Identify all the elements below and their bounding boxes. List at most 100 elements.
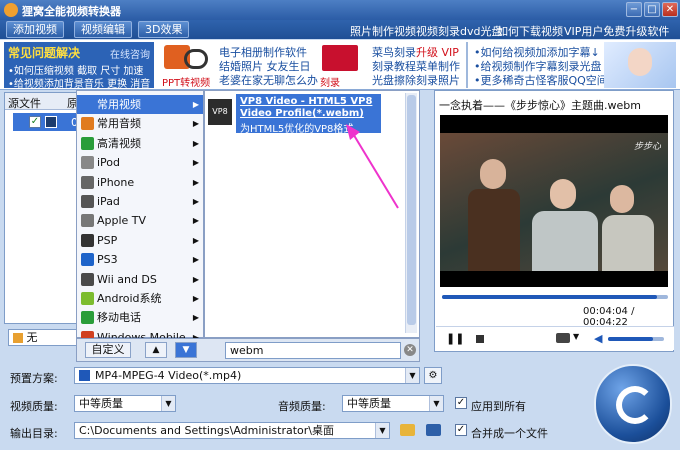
faq-title[interactable]: 常见问题解决 [8, 44, 80, 61]
close-button[interactable]: ✕ [662, 2, 678, 17]
row-checkbox[interactable]: ✓ [29, 116, 41, 128]
merge-checkbox[interactable]: ✓ [455, 424, 467, 436]
convert-arrow-icon [616, 386, 654, 424]
subtitle-icon [13, 333, 23, 343]
player-controls: ❚❚ ▼ ◀ [436, 326, 674, 350]
stop-icon[interactable] [476, 335, 484, 343]
clear-search-icon[interactable]: ✕ [404, 344, 416, 356]
category-icon [81, 311, 94, 325]
open-folder-icon[interactable] [426, 424, 441, 436]
file-list: 源文件 原 ✓ 0 [4, 92, 79, 324]
character-portrait-icon [628, 48, 652, 76]
menu-item[interactable]: 常用视频 ▶ [77, 95, 203, 114]
audio-quality-select[interactable]: 中等质量 ▼ [342, 395, 444, 412]
category-icon [81, 175, 94, 189]
category-icon [81, 136, 94, 150]
menu-item[interactable]: 常用音频 ▶ [77, 114, 203, 133]
subtitle-value: 无 [26, 331, 38, 344]
column-header-source[interactable]: 源文件 [8, 95, 41, 111]
banner-link[interactable]: 光盘擦除 [372, 72, 416, 88]
video-player[interactable]: 步步心 [440, 115, 668, 287]
category-icon [81, 195, 94, 208]
menu-item[interactable]: Android系统 ▶ [77, 289, 203, 308]
category-icon [81, 214, 94, 228]
toolbar-link[interactable]: 视频刻录dvd光盘 [416, 23, 502, 39]
film-reel-icon [184, 49, 208, 69]
category-icon [81, 98, 94, 111]
window-title: 狸窝全能视频转换器 [22, 5, 121, 18]
preset-select[interactable]: MP4-MPEG-4 Video(*.mp4) ▼ [74, 367, 420, 384]
apply-all-label: 应用到所有 [471, 400, 526, 413]
menu-item[interactable]: PSP ▶ [77, 231, 203, 250]
submenu-arrow-icon: ▶ [192, 274, 199, 284]
toolbar-link[interactable]: VIP用户免费升级软件 [564, 23, 669, 39]
move-up-button[interactable]: ▲ [145, 342, 167, 358]
3d-effect-button[interactable]: 3D效果 [138, 21, 190, 38]
preview-title: 一念执着——《步步惊心》主题曲.webm [439, 99, 641, 112]
volume-slider[interactable] [608, 337, 664, 341]
snapshot-icon[interactable] [556, 333, 570, 343]
pause-icon[interactable]: ❚❚ [446, 332, 464, 345]
output-dir-value: C:\Documents and Settings\Administrator\… [79, 424, 335, 437]
video-figure [610, 185, 634, 213]
seek-bar[interactable] [442, 295, 668, 299]
submenu-arrow-icon: ▶ [192, 177, 199, 187]
audio-quality-label: 音频质量: [278, 400, 326, 413]
menu-item[interactable]: iPhone ▶ [77, 173, 203, 192]
subtitle-select[interactable]: 无 [8, 329, 78, 346]
maximize-button[interactable]: □ [644, 2, 660, 17]
format-search-input[interactable]: webm [225, 342, 401, 359]
submenu-arrow-icon: ▶ [192, 255, 199, 265]
video-frame: 步步心 [440, 133, 668, 271]
output-dir-label: 输出目录: [10, 427, 58, 440]
vp8-format-icon: VP8 [208, 99, 232, 125]
apply-all-checkbox[interactable]: ✓ [455, 397, 467, 409]
video-quality-select[interactable]: 中等质量 ▼ [74, 395, 176, 412]
table-row[interactable]: ✓ 0 [13, 113, 79, 131]
add-video-button[interactable]: 添加视频 [6, 21, 64, 38]
convert-button[interactable] [594, 364, 672, 444]
edit-video-button[interactable]: 视频编辑 [74, 21, 132, 38]
audio-quality-value: 中等质量 [347, 397, 391, 410]
settings-wrench-icon[interactable]: ⚙ [424, 367, 442, 384]
menu-item[interactable]: 高清视频 ▶ [77, 134, 203, 153]
submenu-arrow-icon: ▶ [192, 100, 199, 109]
category-icon [81, 117, 94, 131]
custom-button[interactable]: 自定义 [85, 342, 131, 358]
submenu-arrow-icon: ▶ [192, 313, 199, 323]
faq-line[interactable]: •给视频添加背景音乐 更换 消音 [8, 75, 150, 90]
video-figure [532, 211, 598, 271]
toolbar: 添加视频 视频编辑 3D效果 照片制作视频 视频刻录dvd光盘 如何下载视频 V… [0, 20, 680, 39]
category-icon [81, 292, 94, 305]
submenu-arrow-icon: ▶ [192, 197, 199, 206]
menu-item[interactable]: Apple TV ▶ [77, 211, 203, 230]
video-watermark-icon: 步步心 [634, 142, 662, 152]
chevron-down-icon: ▼ [429, 396, 443, 411]
film-icon [45, 116, 57, 128]
character-ad-image[interactable] [604, 42, 676, 88]
submenu-arrow-icon: ▶ [192, 138, 199, 148]
title-bar: 狸窝全能视频转换器 − □ ✕ [0, 0, 680, 20]
menu-item[interactable]: 移动电话 ▶ [77, 308, 203, 327]
menu-item[interactable]: iPod ▶ [77, 153, 203, 172]
banner-link[interactable]: 老婆在家无聊怎么办 [219, 72, 318, 88]
online-consult-link[interactable]: 在线咨询 [110, 46, 150, 61]
minimize-button[interactable]: − [626, 2, 642, 17]
menu-item[interactable]: Wii and DS ▶ [77, 270, 203, 289]
toolbar-link[interactable]: 如何下载视频 [497, 23, 563, 39]
submenu-arrow-icon: ▶ [192, 216, 199, 226]
file-list-header: 源文件 原 [5, 93, 78, 111]
folder-icon[interactable] [400, 424, 415, 436]
menu-item[interactable]: iPad ▶ [77, 192, 203, 211]
banner-link[interactable]: 刻录照片 [416, 72, 460, 88]
menu-item[interactable]: PS3 ▶ [77, 250, 203, 269]
toolbar-link[interactable]: 照片制作视频 [350, 23, 416, 39]
output-dir-input[interactable]: C:\Documents and Settings\Administrator\… [74, 422, 390, 439]
volume-icon[interactable]: ◀ [594, 332, 602, 345]
annotation-arrow [346, 124, 399, 209]
ppt-to-video-ad[interactable]: PPT转视频 [162, 43, 212, 89]
category-icon [81, 253, 94, 267]
burn-dvd-ad[interactable]: 刻录DVD [318, 43, 362, 100]
snapshot-dropdown-icon[interactable]: ▼ [573, 332, 579, 341]
move-down-button[interactable]: ▼ [175, 342, 197, 358]
